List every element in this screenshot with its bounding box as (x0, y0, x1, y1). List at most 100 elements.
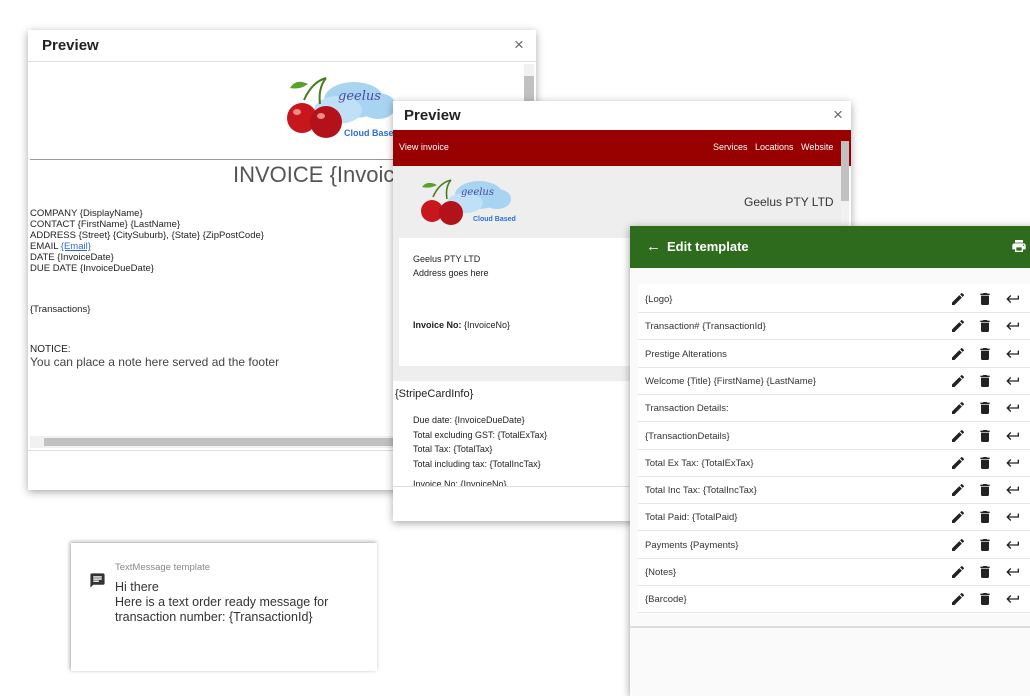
delete-trash-icon[interactable] (977, 318, 993, 334)
template-row-label: {Logo} (645, 294, 673, 305)
field-contact: CONTACT {FirstName} {LastName} (30, 219, 181, 230)
template-label: TextMessage template (115, 562, 211, 573)
insert-return-icon[interactable] (1005, 318, 1021, 334)
message-line: Hi there (115, 580, 159, 594)
logo-tagline: Cloud Based (344, 128, 399, 138)
insert-return-icon[interactable] (1005, 373, 1021, 389)
delete-trash-icon[interactable] (977, 400, 993, 416)
company-logo: geelus Cloud Based (421, 179, 516, 225)
template-row[interactable]: Transaction Details: (638, 395, 1030, 423)
stripe-card-info: {StripeCardInfo} (395, 388, 474, 400)
nav-services[interactable]: Services (713, 142, 748, 152)
logo-wordmark: geelus (461, 187, 494, 198)
edit-pencil-icon[interactable] (950, 346, 966, 362)
template-row-label: Transaction Details: (645, 403, 729, 415)
insert-return-icon[interactable] (1005, 291, 1021, 307)
insert-return-icon[interactable] (1005, 509, 1021, 525)
edit-template-title: Edit template (667, 239, 749, 254)
print-icon[interactable] (1011, 238, 1027, 254)
edit-pencil-icon[interactable] (950, 291, 966, 307)
template-row[interactable]: {Barcode} (638, 586, 1030, 614)
template-row[interactable]: Total Inc Tax: {TotalIncTax} (638, 477, 1030, 505)
delete-trash-icon[interactable] (977, 509, 993, 525)
template-row-label: Welcome {Title} {FirstName} {LastName} (645, 375, 817, 387)
template-row-label: {Notes} (645, 567, 677, 578)
insert-return-icon[interactable] (1005, 537, 1021, 553)
company-name: Geelus PTY LTD (744, 195, 834, 209)
nav-locations[interactable]: Locations (755, 142, 794, 152)
invoice-number: Invoice No: {InvoiceNo} (413, 320, 510, 331)
logo-tagline: Cloud Based (473, 216, 516, 223)
template-row[interactable]: {Logo} (638, 286, 1030, 313)
edit-pencil-icon[interactable] (950, 455, 966, 471)
edit-pencil-icon[interactable] (950, 373, 966, 389)
nav-view-invoice[interactable]: View invoice (399, 142, 449, 152)
insert-return-icon[interactable] (1005, 346, 1021, 362)
total-line: Due date: {InvoiceDueDate} (413, 415, 525, 425)
back-arrow-icon[interactable]: ← (646, 238, 661, 255)
total-line: Total Tax: {TotalTax} (413, 444, 493, 454)
email-link[interactable]: {Email} (61, 241, 91, 252)
insert-return-icon[interactable] (1005, 428, 1021, 444)
logo-wordmark: geelus (338, 89, 381, 104)
edit-pencil-icon[interactable] (950, 318, 966, 334)
template-row[interactable]: Welcome {Title} {FirstName} {LastName} (638, 368, 1030, 395)
edit-pencil-icon[interactable] (950, 591, 966, 607)
insert-return-icon[interactable] (1005, 455, 1021, 471)
delete-trash-icon[interactable] (977, 591, 993, 607)
edit-pencil-icon[interactable] (950, 400, 966, 416)
transactions-placeholder: {Transactions} (30, 304, 91, 315)
delete-trash-icon[interactable] (977, 482, 993, 498)
delete-trash-icon[interactable] (977, 537, 993, 553)
insert-return-icon[interactable] (1005, 591, 1021, 607)
message-body[interactable]: Hi there Here is a text order ready mess… (115, 580, 328, 625)
preview-header: Preview × (28, 30, 536, 62)
template-row-label: Prestige Alterations (645, 348, 727, 360)
delete-trash-icon[interactable] (977, 373, 993, 389)
address-line: Address goes here (413, 268, 489, 278)
preview-title: Preview (404, 107, 461, 124)
field-due-date: DUE DATE {InvoiceDueDate} (30, 263, 154, 274)
preview-title: Preview (42, 37, 99, 54)
template-row[interactable]: {TransactionDetails} (638, 423, 1030, 450)
invoice-number-value: {InvoiceNo} (461, 320, 511, 330)
delete-trash-icon[interactable] (977, 346, 993, 362)
list-divider (630, 626, 1030, 628)
edit-pencil-icon[interactable] (950, 564, 966, 580)
template-row[interactable]: Total Ex Tax: {TotalExTax} (638, 450, 1030, 477)
insert-return-icon[interactable] (1005, 482, 1021, 498)
template-row-label: {Barcode} (645, 594, 687, 606)
edit-pencil-icon[interactable] (950, 509, 966, 525)
template-row[interactable]: Payments {Payments} (638, 532, 1030, 559)
invoice-title: INVOICE {Invoic (233, 162, 395, 187)
insert-return-icon[interactable] (1005, 564, 1021, 580)
template-row[interactable]: Total Paid: {TotalPaid} (638, 504, 1030, 532)
total-line: Total including tax: {TotalIncTax} (413, 458, 541, 469)
template-row-label: Payments {Payments} (645, 539, 739, 551)
field-company: COMPANY {DisplayName} (30, 208, 143, 219)
edit-pencil-icon[interactable] (950, 482, 966, 498)
delete-trash-icon[interactable] (977, 564, 993, 580)
template-row[interactable]: Prestige Alterations (638, 341, 1030, 368)
close-icon[interactable]: × (833, 105, 843, 125)
scroll-thumb[interactable] (841, 141, 849, 201)
nav-website[interactable]: Website (801, 142, 833, 152)
address-line: Geelus PTY LTD (413, 254, 481, 264)
template-row[interactable]: {Notes} (638, 559, 1030, 586)
edit-pencil-icon[interactable] (950, 537, 966, 553)
preview-header: Preview × (393, 101, 851, 130)
insert-return-icon[interactable] (1005, 400, 1021, 416)
delete-trash-icon[interactable] (977, 291, 993, 307)
delete-trash-icon[interactable] (977, 455, 993, 471)
text-message-template-card: TextMessage template Hi there Here is a … (71, 543, 377, 671)
edit-template-header: ← Edit template (630, 226, 1030, 268)
invoice-number-label: Invoice No: (413, 320, 462, 330)
delete-trash-icon[interactable] (977, 428, 993, 444)
notice-block: NOTICE: You can place a note here served… (30, 344, 279, 368)
template-row[interactable]: Transaction# {TransactionId} (638, 313, 1030, 341)
template-row-label: Total Paid: {TotalPaid} (645, 512, 738, 524)
total-line: Total excluding GST: {TotalExTax} (413, 429, 548, 440)
close-icon[interactable]: × (514, 35, 524, 55)
message-line: transaction number: {TransactionId} (115, 610, 313, 624)
edit-pencil-icon[interactable] (950, 428, 966, 444)
